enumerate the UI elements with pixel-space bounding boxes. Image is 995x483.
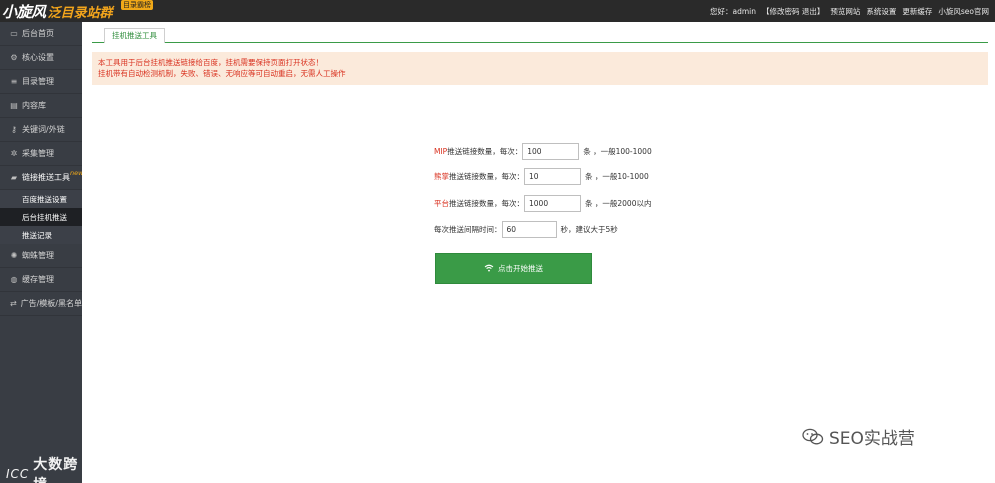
mip-hint: 条 ，一般100-1000 bbox=[583, 147, 652, 156]
interval-row: 每次推送间隔时间： 秒，建议大于5秒 bbox=[434, 221, 618, 238]
sidebar-item-collect[interactable]: ✲ 采集管理 bbox=[0, 142, 82, 166]
sidebar-item-label: 蜘蛛管理 bbox=[22, 251, 54, 260]
gear-icon: ✲ bbox=[10, 149, 18, 158]
sidebar-item-spider[interactable]: ✺ 蜘蛛管理 bbox=[0, 244, 82, 268]
sidebar-item-keywords[interactable]: ⚷ 关键词/外链 bbox=[0, 118, 82, 142]
shuffle-icon: ⇄ bbox=[9, 299, 17, 308]
sidebar: ▭ 后台首页 ⚙ 核心设置 ≡ 目录管理 ▤ 内容库 ⚷ 关键词/外链 ✲ 采集… bbox=[0, 22, 83, 483]
sidebar-item-label: 后台首页 bbox=[22, 29, 54, 38]
wechat-icon bbox=[802, 428, 824, 446]
main-content: 挂机推送工具 本工具用于后台挂机推送链接给百度，挂机需要保持页面打开状态！ 挂机… bbox=[82, 22, 995, 483]
mip-count-input[interactable] bbox=[522, 143, 580, 160]
interval-input[interactable] bbox=[501, 221, 557, 238]
fast-hint: 条 ，一般10-1000 bbox=[585, 172, 649, 181]
sidebar-item-label: 关键词/外链 bbox=[22, 125, 65, 134]
fast-count-input[interactable] bbox=[524, 168, 581, 185]
interval-hint: 秒，建议大于5秒 bbox=[560, 225, 618, 234]
sidebar-subitem-background-push[interactable]: 后台挂机推送 bbox=[0, 208, 82, 226]
list-icon: ≡ bbox=[10, 77, 18, 86]
mip-push-row: MIP 推送链接数量，每次： 条 ，一般100-1000 bbox=[434, 143, 652, 160]
watermark-logo: ⅠⅭⅭ 大数跨境 bbox=[6, 454, 82, 483]
platform-label-prefix: 平台 bbox=[434, 199, 449, 208]
platform-hint: 条 ，一般2000以内 bbox=[585, 199, 652, 208]
push-icon: ▰ bbox=[10, 173, 18, 182]
official-site-link[interactable]: 小旋风seo官网 bbox=[938, 6, 989, 17]
tab-bar: 挂机推送工具 bbox=[92, 28, 988, 43]
logo-sub-text: 泛目录站群 bbox=[47, 5, 113, 21]
sidebar-subitem-baidu-push-settings[interactable]: 百度推送设置 bbox=[0, 190, 82, 208]
account-links[interactable]: 【修改密码 退出】 bbox=[762, 6, 824, 17]
sidebar-item-label: 目录管理 bbox=[22, 77, 54, 86]
tab-background-push[interactable]: 挂机推送工具 bbox=[104, 28, 165, 43]
platform-count-input[interactable] bbox=[524, 195, 581, 212]
platform-push-row: 平台 推送链接数量，每次： 条 ，一般2000以内 bbox=[434, 195, 651, 212]
sidebar-item-directory[interactable]: ≡ 目录管理 bbox=[0, 70, 82, 94]
spider-icon: ✺ bbox=[10, 251, 18, 260]
preview-site-link[interactable]: 预览网站 bbox=[830, 6, 860, 17]
database-icon: ◍ bbox=[10, 275, 18, 284]
book-icon: ▤ bbox=[10, 101, 18, 110]
sidebar-subitem-push-records[interactable]: 推送记录 bbox=[0, 226, 82, 244]
sidebar-item-label: 采集管理 bbox=[22, 149, 54, 158]
watermark-text: 大数跨境 bbox=[33, 457, 79, 483]
notice-line: 本工具用于后台挂机推送链接给百度，挂机需要保持页面打开状态！ bbox=[98, 58, 323, 67]
start-push-button[interactable]: 点击开始推送 bbox=[435, 253, 592, 284]
sidebar-item-cache[interactable]: ◍ 缓存管理 bbox=[0, 268, 82, 292]
mip-label: 推送链接数量，每次： bbox=[447, 147, 523, 156]
notice-box: 本工具用于后台挂机推送链接给百度，挂机需要保持页面打开状态！ 挂机带有自动检测机… bbox=[92, 52, 988, 85]
sidebar-item-label: 缓存管理 bbox=[22, 275, 54, 284]
top-nav: 您好：admin 【修改密码 退出】 预览网站 系统设置 更新缓存 小旋风seo… bbox=[710, 0, 989, 22]
sidebar-item-label: 内容库 bbox=[22, 101, 46, 110]
start-push-label: 点击开始推送 bbox=[498, 264, 543, 273]
logo-main-text: 小旋风 bbox=[2, 2, 46, 21]
logo: 小旋风 泛目录站群 bbox=[2, 1, 113, 21]
wifi-icon bbox=[484, 264, 494, 274]
notice-line: 挂机带有自动检测机制，失败、错误、无响应等可自动重启，无需人工操作 bbox=[98, 69, 346, 78]
sidebar-item-label: 广告/模板/黑名单 bbox=[20, 299, 82, 308]
monitor-icon: ▭ bbox=[10, 29, 18, 38]
platform-label: 推送链接数量，每次： bbox=[449, 199, 524, 208]
key-icon: ⚷ bbox=[11, 125, 17, 134]
sidebar-item-push-tools[interactable]: ▰ 链接推送工具 new bbox=[0, 166, 83, 190]
sidebar-item-label: 核心设置 bbox=[22, 53, 54, 62]
interval-label: 每次推送间隔时间： bbox=[434, 225, 502, 234]
fast-label: 推送链接数量，每次： bbox=[449, 172, 524, 181]
sidebar-item-core-settings[interactable]: ⚙ 核心设置 bbox=[0, 46, 82, 70]
app-window: 小旋风 泛目录站群 目录霸榜 您好：admin 【修改密码 退出】 预览网站 系… bbox=[0, 0, 995, 483]
sidebar-subitem-label: 百度推送设置 bbox=[22, 194, 67, 204]
system-settings-link[interactable]: 系统设置 bbox=[866, 6, 896, 17]
sidebar-item-home[interactable]: ▭ 后台首页 bbox=[0, 22, 82, 46]
mip-label-prefix: MIP bbox=[434, 147, 448, 156]
greeting-text: 您好：admin bbox=[709, 6, 756, 16]
sidebar-subitem-label: 推送记录 bbox=[22, 230, 52, 240]
top-bar: 小旋风 泛目录站群 目录霸榜 您好：admin 【修改密码 退出】 预览网站 系… bbox=[0, 0, 995, 22]
update-cache-link[interactable]: 更新缓存 bbox=[902, 6, 932, 17]
sidebar-item-label: 链接推送工具 bbox=[22, 173, 70, 182]
watermark-mark: ⅠⅭⅭ bbox=[6, 467, 30, 481]
wechat-watermark-text: SEO实战营 bbox=[829, 429, 915, 449]
sidebar-subitem-label: 后台挂机推送 bbox=[22, 212, 67, 222]
wechat-watermark: SEO实战营 bbox=[802, 424, 915, 449]
fast-push-row: 熊掌 推送链接数量，每次： 条 ，一般10-1000 bbox=[434, 168, 649, 185]
gear-icon: ⚙ bbox=[10, 53, 18, 62]
sidebar-item-ads-templates[interactable]: ⇄ 广告/模板/黑名单 bbox=[0, 292, 82, 316]
logo-badge: 目录霸榜 bbox=[121, 0, 153, 10]
sidebar-item-content-library[interactable]: ▤ 内容库 bbox=[0, 94, 82, 118]
fast-label-prefix: 熊掌 bbox=[434, 172, 449, 181]
